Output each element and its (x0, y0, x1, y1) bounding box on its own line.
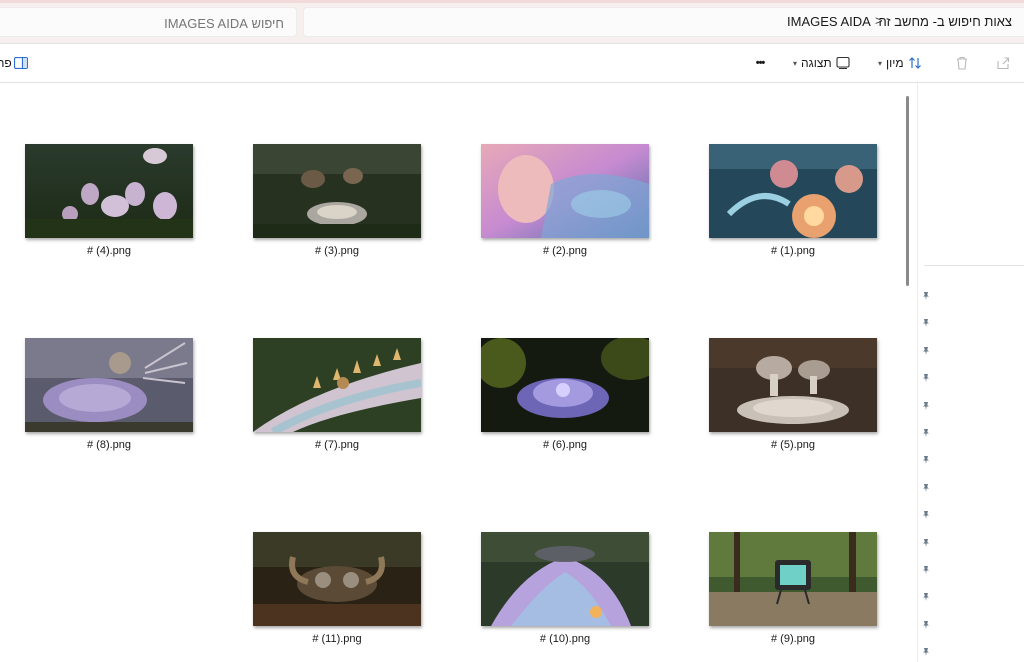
file-name: # (10).png (539, 633, 591, 645)
breadcrumb-current-folder[interactable]: IMAGES AIDA (787, 14, 871, 29)
sort-arrows-icon (908, 56, 922, 70)
image-thumbnail (709, 144, 877, 238)
image-thumbnail (709, 338, 877, 432)
file-name: # (2).png (542, 245, 588, 257)
view-icon (836, 56, 850, 70)
breadcrumb-search-location[interactable]: צאות חיפוש ב- מחשב זה (878, 14, 1012, 29)
pin-icon[interactable] (921, 288, 931, 300)
pin-icon[interactable] (921, 562, 931, 574)
vertical-scrollbar[interactable] (905, 93, 911, 653)
command-bar: פר ••• ▾ תצוגה ▾ מיון (0, 44, 1024, 83)
share-button[interactable] (996, 44, 1014, 82)
view-label: תצוגה (801, 56, 832, 70)
image-thumbnail (25, 144, 193, 238)
image-thumbnail (253, 532, 421, 626)
file-tile[interactable]: # (8).png (25, 338, 193, 451)
share-icon (996, 56, 1010, 70)
nav-separator (924, 265, 1024, 266)
image-thumbnail (481, 532, 649, 626)
title-accent-strip (0, 0, 1024, 3)
file-tile[interactable]: # (9).png (709, 532, 877, 645)
search-input[interactable] (0, 8, 286, 38)
file-name: # (1).png (770, 245, 816, 257)
details-pane-button[interactable]: פר (0, 44, 32, 82)
image-thumbnail (25, 338, 193, 432)
file-grid: # (4).png # (3).png # (2).png # (1).png … (0, 83, 917, 662)
pin-icon[interactable] (921, 617, 931, 629)
file-name: # (9).png (770, 633, 816, 645)
file-tile[interactable]: # (5).png (709, 338, 877, 451)
file-name: # (11).png (312, 633, 362, 645)
file-name: # (6).png (542, 439, 588, 451)
sort-chevron-down-icon: ▾ (878, 58, 883, 68)
pin-icon[interactable] (921, 425, 931, 437)
image-thumbnail (481, 144, 649, 238)
file-tile[interactable]: # (7).png (253, 338, 421, 451)
file-tile[interactable]: # (1).png (709, 144, 877, 257)
pin-icon[interactable] (921, 480, 931, 492)
file-tile[interactable]: # (3).png (253, 144, 421, 257)
image-thumbnail (709, 532, 877, 626)
image-thumbnail (481, 338, 649, 432)
image-thumbnail (253, 144, 421, 238)
breadcrumb[interactable]: IMAGES AIDA > צאות חיפוש ב- מחשב זה (303, 7, 1024, 37)
sort-label: מיון (886, 56, 904, 70)
file-name: # (7).png (314, 439, 360, 451)
navigation-pane (918, 83, 1024, 662)
file-name: # (8).png (86, 439, 132, 451)
file-name: # (4).png (86, 245, 132, 257)
sort-button[interactable]: ▾ מיון (878, 44, 932, 82)
more-options-icon: ••• (755, 57, 766, 69)
delete-button[interactable] (955, 44, 973, 82)
search-box[interactable] (0, 7, 297, 38)
file-tile[interactable]: # (4).png (25, 144, 193, 257)
file-tile[interactable]: # (2).png (481, 144, 649, 257)
pin-icon[interactable] (921, 507, 931, 520)
pin-icon[interactable] (921, 370, 931, 383)
pin-icon[interactable] (921, 589, 931, 602)
pin-icon[interactable] (921, 535, 931, 547)
file-name: # (3).png (314, 245, 360, 257)
details-pane-label: פר (0, 56, 12, 70)
pin-icon[interactable] (921, 398, 931, 410)
pin-icon[interactable] (921, 452, 931, 465)
trash-icon (955, 56, 969, 70)
details-pane-icon (14, 57, 28, 69)
pin-icon[interactable] (921, 343, 931, 355)
file-tile[interactable]: # (10).png (481, 532, 649, 645)
file-name: # (5).png (770, 439, 816, 451)
file-tile[interactable]: # (6).png (481, 338, 649, 451)
scrollbar-thumb[interactable] (906, 96, 909, 286)
file-tile[interactable]: # (11).png (253, 532, 421, 645)
pin-icon[interactable] (921, 644, 931, 657)
view-button[interactable]: ▾ תצוגה (793, 44, 857, 82)
pin-icon[interactable] (921, 315, 931, 328)
address-bar: IMAGES AIDA > צאות חיפוש ב- מחשב זה (0, 0, 1024, 44)
view-chevron-down-icon: ▾ (793, 58, 798, 68)
image-thumbnail (253, 338, 421, 432)
more-options-button[interactable]: ••• (748, 44, 772, 82)
